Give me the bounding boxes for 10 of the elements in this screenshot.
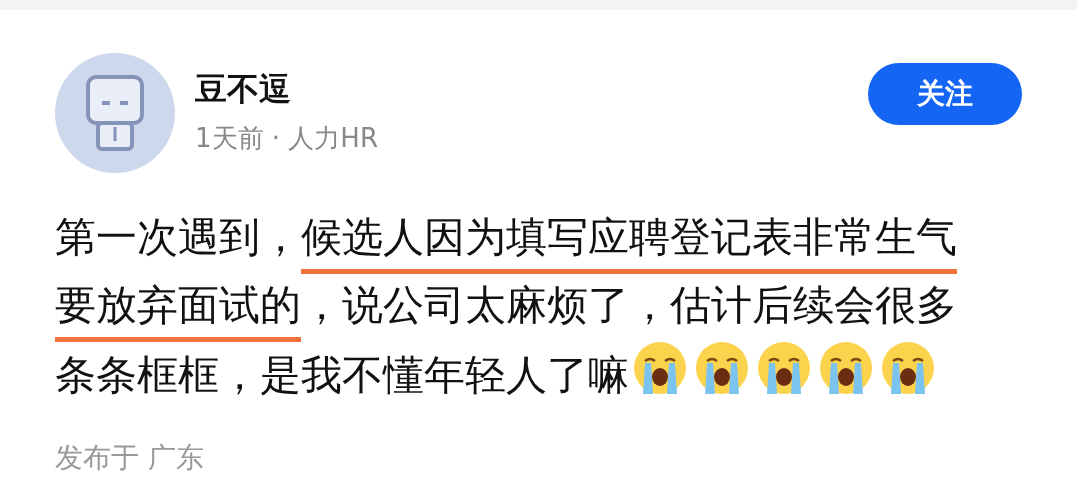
post-text: 第一次遇到，候选人因为填写应聘登记表非常生气要放弃面试的，说公司太麻烦了，估计后续会很多条条框框，是我不懂年轻人了嘛 xyxy=(54,212,958,401)
crying-face-icon xyxy=(693,339,751,397)
crying-face-icon xyxy=(817,339,875,397)
crying-face-icon xyxy=(631,339,689,397)
follow-button[interactable]: 关注 xyxy=(868,63,1022,125)
post-meta: 1天前 · 人力HR xyxy=(195,122,378,155)
crying-face-icon xyxy=(755,339,813,397)
author-name[interactable]: 豆不逗 xyxy=(195,65,378,113)
crying-face-icon xyxy=(879,339,937,397)
location-text: 发布于 广东 xyxy=(55,441,204,474)
